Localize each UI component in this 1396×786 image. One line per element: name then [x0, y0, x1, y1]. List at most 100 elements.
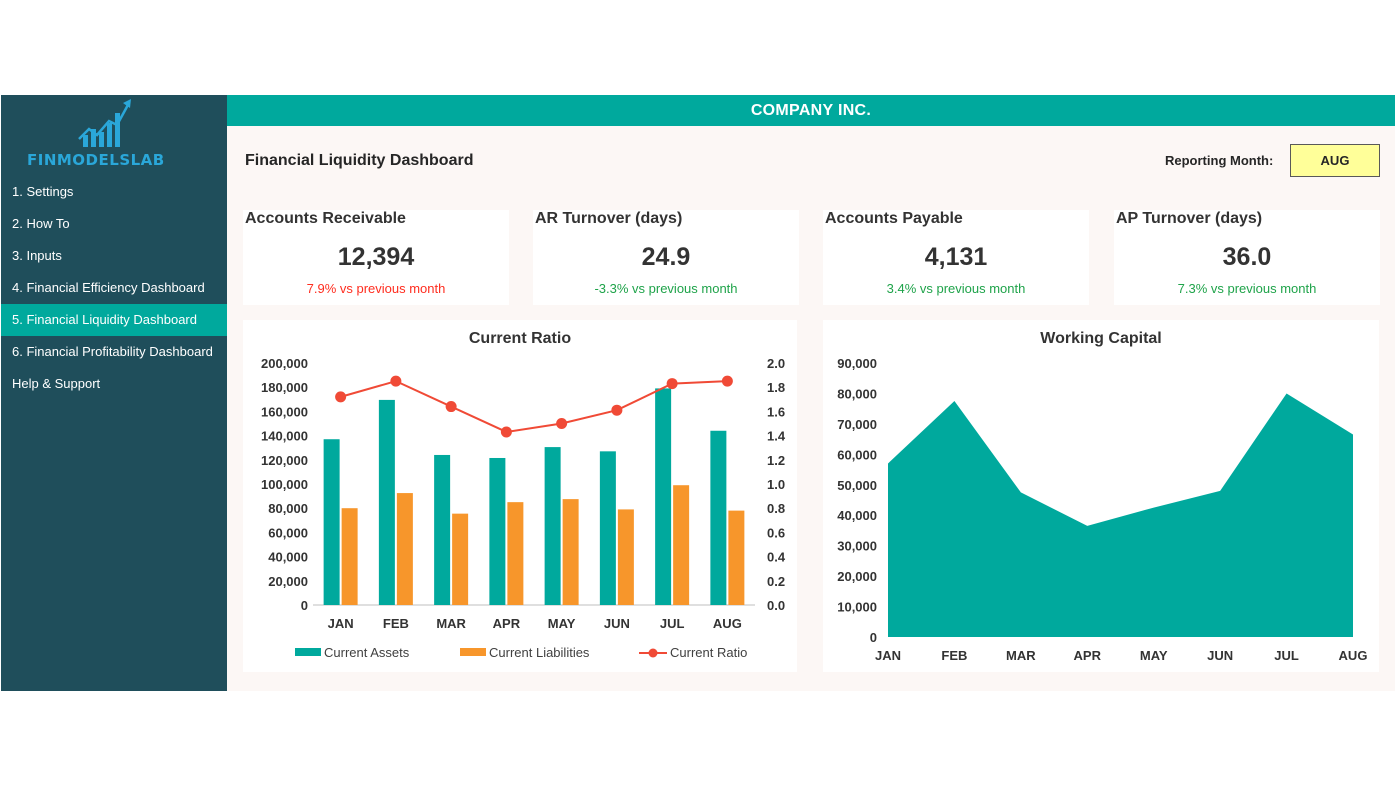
y-tick-label: 140,000 [261, 429, 308, 444]
y-tick-label: 60,000 [268, 525, 308, 540]
legend-swatch-current-assets [295, 648, 321, 656]
x-tick-label: MAR [1006, 648, 1036, 663]
x-tick-label: JAN [875, 648, 901, 663]
y-tick-label: 20,000 [837, 569, 877, 584]
kpi-card-ap-turnover: AP Turnover (days) 36.0 7.3% vs previous… [1114, 210, 1380, 305]
y-tick-label: 30,000 [837, 539, 877, 554]
bar-current-liabilities [728, 510, 745, 605]
x-tick-label: FEB [383, 616, 409, 631]
legend-label: Current Liabilities [489, 645, 590, 660]
company-banner: COMPANY INC. [227, 95, 1395, 126]
bar-current-assets [323, 439, 340, 605]
y2-tick-label: 0.8 [767, 501, 785, 516]
y-tick-label: 40,000 [837, 508, 877, 523]
x-tick-label: JUL [1274, 648, 1299, 663]
y2-tick-label: 0.0 [767, 598, 785, 613]
x-tick-label: APR [1074, 648, 1102, 663]
sidebar-item-6[interactable]: 6. Financial Profitability Dashboard [1, 336, 227, 368]
point-current-ratio [390, 375, 402, 387]
sidebar-item-3[interactable]: 3. Inputs [1, 240, 227, 272]
x-tick-label: JUN [1207, 648, 1233, 663]
point-current-ratio [611, 404, 623, 416]
y-tick-label: 80,000 [268, 501, 308, 516]
kpi-title: Accounts Payable [825, 210, 963, 227]
y2-tick-label: 1.6 [767, 404, 785, 419]
x-tick-label: MAY [548, 616, 576, 631]
kpi-value: 36.0 [1222, 243, 1272, 271]
y-tick-label: 90,000 [837, 356, 877, 371]
kpi-delta: -3.3% vs previous month [594, 281, 738, 296]
point-current-ratio [500, 426, 512, 438]
kpi-title: Accounts Receivable [245, 210, 406, 227]
bar-current-assets [489, 457, 506, 605]
kpi-delta: 7.3% vs previous month [1177, 281, 1317, 296]
sidebar-item-4[interactable]: 4. Financial Efficiency Dashboard [1, 272, 227, 304]
logo: FINMODELSLAB [27, 99, 202, 169]
reporting-month-input[interactable]: AUG [1290, 144, 1380, 177]
y-tick-label: 120,000 [261, 453, 308, 468]
bar-current-liabilities [562, 499, 579, 605]
kpi-value: 12,394 [337, 243, 415, 271]
sidebar-item-5[interactable]: 5. Financial Liquidity Dashboard [1, 304, 227, 336]
x-tick-label: JUN [604, 616, 630, 631]
bar-current-liabilities [617, 509, 634, 605]
reporting-month-label: Reporting Month: [1165, 153, 1274, 168]
bar-current-assets [378, 399, 395, 605]
y-tick-label: 50,000 [837, 478, 877, 493]
sidebar-item-2[interactable]: 2. How To [1, 208, 227, 240]
kpi-value: 4,131 [924, 243, 988, 271]
legend-label: Current Ratio [670, 645, 747, 660]
y-tick-label: 160,000 [261, 404, 308, 419]
bar-current-assets [655, 388, 672, 605]
kpi-title: AP Turnover (days) [1116, 210, 1263, 227]
y-tick-label: 200,000 [261, 356, 308, 371]
bar-current-liabilities [341, 508, 358, 605]
x-tick-label: APR [493, 616, 521, 631]
y2-tick-label: 1.4 [767, 429, 786, 444]
y-tick-label: 70,000 [837, 417, 877, 432]
x-tick-label: JAN [328, 616, 354, 631]
working-capital-chart: Working Capital 90,000 80,000 70,000 60,000… [823, 320, 1379, 672]
y-tick-label: 80,000 [837, 386, 877, 401]
y-tick-label: 180,000 [261, 380, 308, 395]
bar-current-liabilities [673, 485, 690, 605]
x-tick-label: AUG [713, 616, 742, 631]
kpi-value: 24.9 [641, 243, 691, 271]
sidebar-item-7[interactable]: Help & Support [1, 368, 227, 400]
y-tick-label: 20,000 [268, 574, 308, 589]
bar-current-liabilities [452, 513, 469, 605]
y-tick-label: 100,000 [261, 477, 308, 492]
y2-tick-label: 1.8 [767, 380, 785, 395]
legend-label: Current Assets [324, 645, 410, 660]
y2-tick-label: 0.6 [767, 525, 785, 540]
kpi-card-ar-turnover: AR Turnover (days) 24.9 -3.3% vs previou… [533, 210, 799, 305]
point-current-ratio [666, 378, 678, 390]
x-tick-label: MAR [436, 616, 466, 631]
y-tick-label: 40,000 [268, 550, 308, 565]
point-current-ratio [445, 401, 457, 413]
area-working-capital [888, 393, 1353, 637]
kpi-delta: 3.4% vs previous month [886, 281, 1026, 296]
bar-current-liabilities [396, 493, 413, 605]
bar-current-assets [434, 454, 451, 605]
sidebar: FINMODELSLAB 1. Settings 2. How To 3. Inpu… [1, 95, 227, 691]
y2-tick-label: 1.2 [767, 453, 785, 468]
current-ratio-chart: Current Ratio 200,000 180,000 160,000 140,0… [243, 320, 797, 672]
y2-tick-label: 0.4 [767, 550, 786, 565]
kpi-title: AR Turnover (days) [535, 210, 683, 227]
y2-tick-label: 2.0 [767, 356, 785, 371]
y-tick-label: 10,000 [837, 600, 877, 615]
y-tick-label: 0 [301, 598, 308, 613]
legend-marker-current-ratio [648, 648, 658, 658]
logo-text: FINMODELSLAB [27, 151, 165, 169]
chart-logo-icon [78, 99, 131, 147]
x-tick-label: MAY [1140, 648, 1168, 663]
y2-tick-label: 0.2 [767, 574, 785, 589]
x-tick-label: JUL [660, 616, 685, 631]
y2-tick-label: 1.0 [767, 477, 785, 492]
point-current-ratio [335, 391, 347, 403]
bar-current-assets [544, 447, 561, 605]
point-current-ratio [721, 375, 733, 387]
sidebar-item-1[interactable]: 1. Settings [1, 176, 227, 208]
y-tick-label: 0 [870, 630, 877, 645]
